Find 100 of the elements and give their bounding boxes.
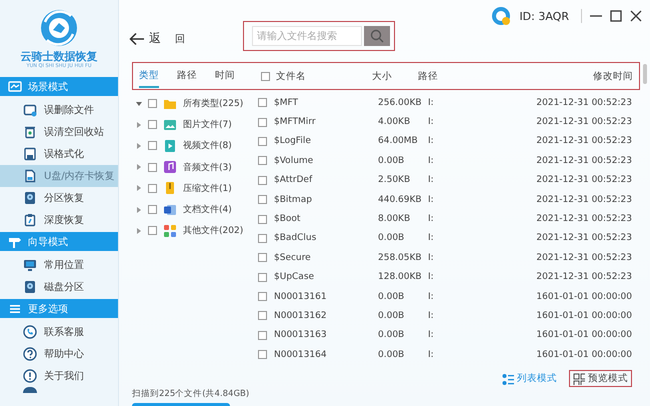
caret-right-icon[interactable] (136, 164, 142, 170)
checkbox[interactable] (258, 118, 267, 127)
file-path: I: (428, 98, 435, 108)
checkbox[interactable] (148, 141, 157, 150)
file-size: 258.05KB (378, 252, 423, 263)
checkbox[interactable] (148, 99, 157, 108)
file-path: I: (428, 292, 435, 302)
sidebar-item[interactable]: 误删除文件 (0, 99, 118, 121)
tab[interactable]: 时间 (215, 64, 235, 88)
checkbox[interactable] (258, 234, 267, 243)
checkbox[interactable] (261, 72, 270, 80)
clipboard-icon (23, 213, 37, 227)
file-size: 256.00KB (378, 98, 423, 108)
checkbox[interactable] (148, 226, 157, 236)
scrollbar-thumb[interactable] (643, 64, 647, 84)
sidebar-item[interactable]: 分区恢复 (0, 187, 118, 209)
checkbox[interactable] (258, 272, 267, 282)
sidebar-item[interactable]: 帮助中心 (0, 343, 118, 365)
file-size: 4.00KB (378, 117, 412, 128)
section-title: 场景模式 (28, 80, 68, 94)
trash-icon (23, 125, 37, 139)
user-avatar-icon[interactable] (491, 6, 512, 26)
info-icon (23, 369, 37, 383)
file-size: 64.00MB (378, 136, 419, 146)
word-document-icon (163, 202, 177, 217)
tree-item[interactable]: 压缩文件(1) (136, 178, 258, 199)
file-path: I: (428, 194, 435, 205)
phone-icon (23, 325, 37, 339)
tree-item[interactable]: 图片文件(7) (136, 114, 258, 136)
checkbox[interactable] (258, 156, 267, 166)
file-name: $Volume (274, 156, 314, 166)
view-mode-button[interactable]: 预览模式 (569, 370, 632, 387)
checkbox[interactable] (148, 162, 157, 172)
caret-right-icon[interactable] (136, 206, 142, 213)
file-size: 8.00KB (378, 214, 412, 224)
checkbox[interactable] (258, 330, 267, 340)
sidebar-item[interactable]: 磁盘分区 (0, 276, 118, 298)
file-size: 0.00B (378, 310, 406, 321)
zip-icon (163, 181, 177, 196)
file-path: I: (428, 350, 435, 360)
caret-right-icon[interactable] (136, 122, 142, 128)
sidebar-item[interactable]: 误清空回收站 (0, 121, 118, 143)
checkbox[interactable] (148, 120, 157, 130)
sidebar-item[interactable]: 联系客服 (0, 321, 118, 343)
checkbox[interactable] (258, 350, 267, 360)
modified-time: 2021-12-31 00:52:23 (536, 98, 632, 108)
checkbox[interactable] (258, 311, 267, 320)
document-icon (23, 103, 37, 117)
caret-down-icon[interactable] (136, 100, 142, 107)
file-name: $UpCase (274, 272, 316, 282)
file-path: I: (428, 214, 435, 224)
caret-right-icon[interactable] (136, 228, 142, 234)
modified-time: 1601-01-01 00:00:00 (536, 310, 632, 321)
checkbox[interactable] (258, 195, 267, 204)
tree-item[interactable]: 音频文件(3) (136, 156, 258, 178)
checkbox[interactable] (258, 292, 267, 302)
sidebar-item[interactable]: 关于我们 (0, 365, 118, 387)
back-button[interactable]: 返 回 (127, 28, 187, 49)
column-header: 修改时间 (593, 70, 633, 82)
back-arrow-icon (129, 32, 145, 46)
checkbox[interactable] (148, 205, 157, 214)
column-header: 文件名 (276, 70, 307, 82)
modified-time: 2021-12-31 00:52:23 (536, 194, 632, 205)
help-icon (23, 347, 37, 361)
picture-icon (8, 80, 22, 94)
file-name: N00013164 (274, 350, 328, 360)
modified-time: 1601-01-01 00:00:00 (536, 330, 632, 340)
tab[interactable]: 类型 (139, 64, 159, 88)
caret-right-icon[interactable] (136, 185, 142, 192)
search-button[interactable] (364, 26, 390, 46)
tree-item[interactable]: 其他文件(202) (136, 220, 258, 242)
file-name: $BadClus (274, 233, 318, 244)
memory-card-icon (23, 169, 37, 183)
checkbox[interactable] (258, 136, 267, 146)
checkbox[interactable] (148, 184, 157, 193)
image-icon (163, 118, 177, 132)
sidebar-item[interactable]: 误格式化 (0, 143, 118, 165)
video-icon (163, 138, 177, 153)
close-icon[interactable] (630, 10, 642, 22)
tree-item[interactable]: 文档文件(4) (136, 198, 258, 220)
checkbox[interactable] (258, 98, 267, 108)
tab[interactable]: 路径 (177, 64, 197, 88)
file-path: I: (428, 156, 435, 166)
sidebar-item[interactable]: 深度恢复 (0, 209, 118, 231)
sidebar-item[interactable]: 常用位置 (0, 254, 118, 276)
checkbox[interactable] (258, 176, 267, 185)
file-name: $AttrDef (274, 175, 314, 186)
checkbox[interactable] (258, 214, 267, 224)
tree-item[interactable]: 视频文件(8) (136, 135, 258, 157)
maximize-icon[interactable] (610, 10, 622, 22)
caret-right-icon[interactable] (136, 142, 142, 149)
tree-item[interactable]: 所有类型(225) (136, 93, 258, 114)
file-name: N00013161 (274, 292, 328, 302)
modified-time: 2021-12-31 00:52:23 (536, 136, 632, 146)
file-path: I: (428, 330, 435, 340)
file-size: 0.00B (378, 350, 406, 360)
column-header: 大小 (372, 70, 393, 82)
modified-time: 1601-01-01 00:00:00 (536, 350, 632, 360)
checkbox[interactable] (258, 253, 267, 262)
file-name: N00013162 (274, 310, 328, 321)
